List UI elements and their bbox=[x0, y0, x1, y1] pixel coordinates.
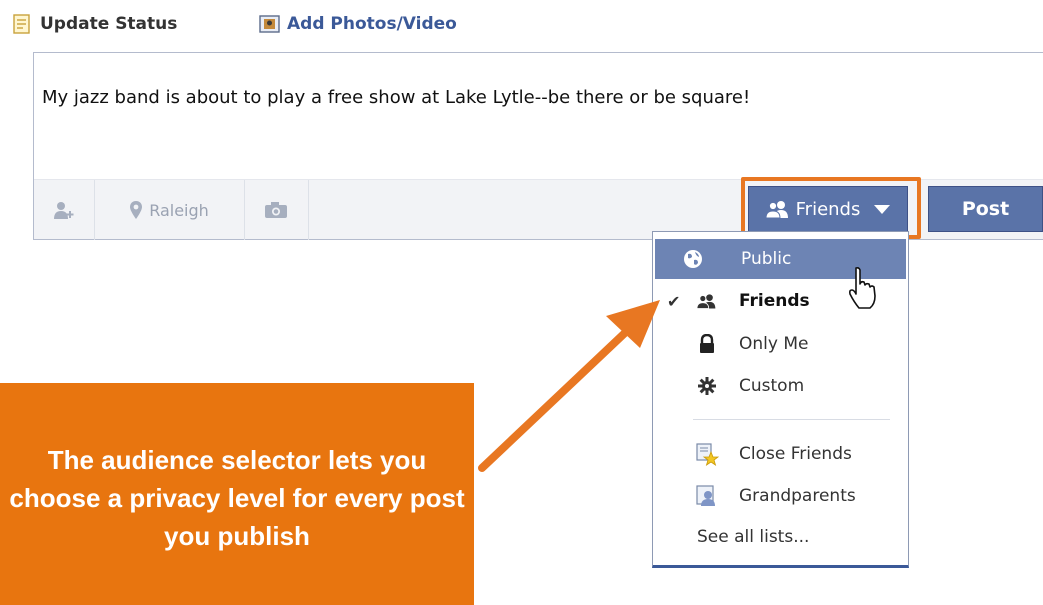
menu-item-label: Friends bbox=[739, 291, 810, 311]
location-pin-icon bbox=[130, 201, 143, 219]
star-list-icon bbox=[696, 443, 719, 466]
menu-item-close-friends[interactable]: Close Friends bbox=[653, 434, 908, 474]
check-icon: ✔ bbox=[667, 291, 681, 311]
post-button[interactable]: Post bbox=[928, 186, 1043, 232]
tag-people-button[interactable] bbox=[34, 180, 95, 240]
add-photo-button[interactable] bbox=[244, 180, 309, 240]
menu-item-custom[interactable]: Custom bbox=[653, 366, 908, 406]
status-input[interactable]: My jazz band is about to play a free sho… bbox=[42, 87, 750, 108]
tab-add-photos-label: Add Photos/Video bbox=[287, 14, 457, 34]
hand-cursor-icon bbox=[848, 266, 876, 309]
audience-selected-label: Friends bbox=[795, 198, 861, 220]
friends-icon bbox=[697, 294, 716, 309]
tab-update-status-label: Update Status bbox=[40, 14, 178, 34]
photo-icon bbox=[259, 14, 280, 34]
see-all-lists-link[interactable]: See all lists... bbox=[697, 520, 809, 554]
location-label: Raleigh bbox=[149, 200, 209, 220]
tab-add-photos[interactable]: Add Photos/Video bbox=[259, 12, 457, 36]
menu-item-grandparents[interactable]: Grandparents bbox=[653, 476, 908, 516]
lock-icon bbox=[700, 334, 714, 353]
menu-item-label: Public bbox=[741, 249, 792, 269]
add-person-icon bbox=[54, 202, 74, 219]
callout-text: The audience selector lets you choose a … bbox=[9, 445, 465, 551]
menu-divider bbox=[693, 419, 890, 420]
tab-update-status[interactable]: Update Status bbox=[12, 12, 177, 36]
menu-item-label: Custom bbox=[739, 376, 805, 396]
person-list-icon bbox=[696, 485, 715, 506]
camera-icon bbox=[265, 202, 287, 218]
menu-item-only-me[interactable]: Only Me bbox=[653, 324, 908, 364]
document-icon bbox=[12, 14, 32, 34]
chevron-down-icon bbox=[874, 204, 891, 214]
friends-icon bbox=[765, 201, 788, 218]
location-button[interactable]: Raleigh bbox=[94, 180, 245, 240]
menu-item-label: Only Me bbox=[739, 334, 809, 354]
menu-item-label: Close Friends bbox=[739, 444, 852, 464]
menu-item-label: Grandparents bbox=[739, 486, 856, 506]
callout-box: The audience selector lets you choose a … bbox=[0, 383, 474, 605]
gear-icon bbox=[698, 377, 716, 395]
globe-icon bbox=[684, 250, 702, 268]
audience-selector-button[interactable]: Friends bbox=[748, 186, 908, 232]
